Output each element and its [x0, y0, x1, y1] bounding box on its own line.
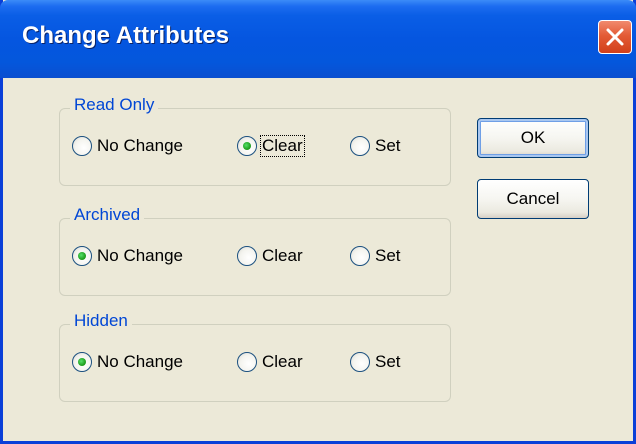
- radio-hidden-no-change[interactable]: No Change: [72, 350, 184, 374]
- close-button[interactable]: [598, 20, 632, 54]
- radio-label: No Change: [97, 246, 184, 265]
- radio-read-only-no-change[interactable]: No Change: [72, 134, 184, 158]
- radio-circle-checked: [237, 136, 257, 156]
- ok-button[interactable]: OK: [477, 118, 589, 158]
- radio-archived-set[interactable]: Set: [350, 244, 402, 268]
- radio-circle-checked: [72, 246, 92, 266]
- group-archived: Archived No Change Clear Set: [59, 205, 451, 296]
- radio-label: Clear: [262, 352, 303, 371]
- radio-label: Clear: [262, 246, 303, 265]
- radio-hidden-clear[interactable]: Clear: [237, 350, 304, 374]
- group-title-archived: Archived: [70, 205, 145, 225]
- radio-archived-clear[interactable]: Clear: [237, 244, 304, 268]
- group-hidden: Hidden No Change Clear Set: [59, 311, 451, 402]
- radio-label: Set: [375, 136, 401, 155]
- radio-circle: [350, 136, 370, 156]
- radio-circle: [350, 246, 370, 266]
- radio-read-only-set[interactable]: Set: [350, 134, 402, 158]
- radio-label: No Change: [97, 136, 184, 155]
- radio-circle: [72, 136, 92, 156]
- radio-read-only-clear[interactable]: Clear: [237, 134, 305, 158]
- radio-label: No Change: [97, 352, 184, 371]
- radio-circle: [237, 352, 257, 372]
- dialog-window: Change Attributes Read Only No Change Cl…: [0, 0, 636, 444]
- radio-label: Set: [375, 246, 401, 265]
- group-read-only: Read Only No Change Clear Set: [59, 95, 451, 186]
- radio-archived-no-change[interactable]: No Change: [72, 244, 184, 268]
- window-title: Change Attributes: [22, 22, 230, 49]
- cancel-button[interactable]: Cancel: [477, 179, 589, 219]
- group-title-read-only: Read Only: [70, 95, 159, 115]
- dialog-body: Read Only No Change Clear Set Archived N…: [3, 78, 633, 441]
- title-bar[interactable]: Change Attributes: [0, 0, 636, 78]
- radio-circle-checked: [72, 352, 92, 372]
- radio-hidden-set[interactable]: Set: [350, 350, 402, 374]
- close-icon: [606, 28, 624, 46]
- group-title-hidden: Hidden: [70, 311, 132, 331]
- radio-label: Clear: [260, 135, 305, 157]
- radio-circle: [350, 352, 370, 372]
- radio-label: Set: [375, 352, 401, 371]
- radio-circle: [237, 246, 257, 266]
